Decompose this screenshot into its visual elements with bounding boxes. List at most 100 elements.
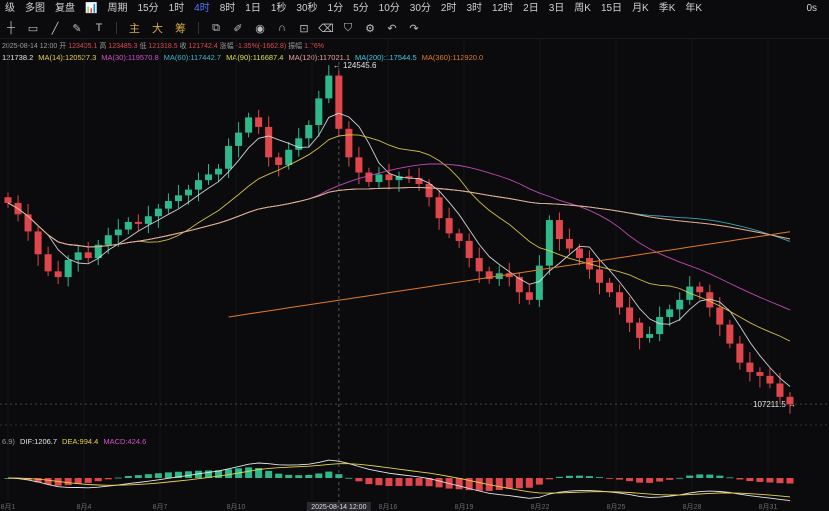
candle-body	[415, 178, 423, 184]
macd-bar	[736, 478, 744, 480]
macd-bar	[134, 475, 142, 478]
x-tick-label: 8月10	[227, 503, 246, 511]
macd-bar	[435, 478, 443, 488]
candle-body	[676, 299, 684, 310]
candle-body	[134, 221, 142, 224]
candle-body	[616, 292, 624, 308]
candle-body	[776, 383, 784, 397]
x-tick-label: 8月22	[531, 503, 550, 511]
macd-bar	[535, 478, 543, 485]
macd-bar	[265, 470, 273, 478]
macd-bar	[525, 478, 533, 488]
candle-body	[335, 75, 343, 129]
macd-bar	[385, 478, 393, 487]
macd-bar	[776, 478, 784, 484]
candle-body	[104, 235, 112, 245]
candle-body	[84, 252, 92, 259]
macd-bar	[646, 478, 654, 483]
macd-bar	[616, 478, 624, 480]
macd-bar	[154, 473, 162, 478]
candle-body	[525, 292, 533, 300]
candle-body	[154, 208, 162, 217]
candle-body	[565, 239, 573, 249]
candle-body	[144, 216, 152, 224]
x-tick-label: 8月19	[455, 503, 474, 511]
macd-bar	[565, 475, 573, 478]
candle-body	[164, 201, 172, 209]
candle-body	[215, 168, 223, 175]
candle-body	[114, 229, 122, 236]
macd-bar	[636, 478, 644, 483]
macd-bar	[786, 478, 794, 484]
candle-body	[575, 248, 583, 259]
macd-bar	[305, 474, 313, 478]
macd-bar	[64, 478, 72, 486]
candle-body	[535, 265, 543, 300]
candle-body	[54, 271, 62, 278]
candle-body	[285, 149, 293, 165]
candle-body	[425, 183, 433, 198]
macd-bar	[104, 478, 112, 480]
macd-bar	[335, 474, 343, 478]
candle-body	[375, 174, 383, 183]
macd-bar	[505, 478, 513, 489]
macd-bar	[365, 478, 373, 485]
macd-bar	[355, 478, 363, 482]
macd-bar	[275, 473, 283, 478]
macd-bar	[756, 478, 764, 482]
macd-bar	[114, 477, 122, 479]
macd-bar	[405, 478, 413, 486]
x-tick-label: 8月7	[153, 503, 168, 511]
candle-body	[716, 307, 724, 325]
macd-bar	[84, 478, 92, 483]
candle-body	[295, 138, 303, 150]
macd-bar	[475, 478, 483, 491]
candle-body	[595, 269, 604, 283]
candle-body	[205, 174, 213, 181]
macd-bar	[345, 477, 353, 479]
candle-body	[606, 282, 614, 293]
candle-body	[435, 197, 443, 219]
macd-bar	[676, 477, 684, 479]
candle-body	[194, 180, 203, 190]
x-tick-label: 8月4	[77, 503, 92, 511]
candle-body	[475, 258, 483, 272]
candle-body	[555, 220, 563, 240]
candle-body	[756, 372, 764, 376]
macd-bar	[585, 476, 593, 478]
macd-bar	[375, 478, 383, 486]
candle-body	[545, 220, 553, 266]
macd-bar	[686, 475, 694, 478]
candle-body	[325, 75, 333, 99]
macd-bar	[515, 478, 523, 489]
candle-body	[455, 233, 463, 241]
candle-body	[305, 125, 313, 139]
candle-body	[445, 218, 453, 234]
macd-bar	[315, 473, 323, 478]
macd-bar	[766, 478, 774, 483]
candle-body	[74, 252, 82, 260]
candle-body	[355, 157, 363, 173]
candle-body	[365, 172, 373, 183]
macd-bar	[94, 478, 102, 482]
candle-body	[746, 362, 754, 373]
macd-bar	[575, 475, 583, 478]
candle-body	[275, 157, 283, 165]
candlestick-chart: ← 124545.6 107211.5 → 8月1 8月4 8月7 8月10 2025-08…	[0, 38, 829, 511]
macd-bar	[666, 478, 674, 480]
macd-bar	[746, 478, 754, 482]
x-tick-label: 8月31	[759, 503, 778, 511]
candle-body	[726, 324, 734, 344]
macd-bar	[555, 476, 563, 478]
x-tick-label: 8月25	[607, 503, 626, 511]
macd-bar	[164, 472, 172, 478]
macd-bar	[716, 475, 724, 478]
x-tick-label: 8月28	[683, 503, 702, 511]
candle-body	[736, 343, 744, 363]
candle-body	[4, 197, 12, 203]
macd-bar	[595, 477, 604, 478]
macd-bar	[606, 478, 614, 479]
candle-body	[646, 334, 654, 338]
macd-bar	[325, 471, 333, 478]
candle-body	[24, 214, 32, 232]
